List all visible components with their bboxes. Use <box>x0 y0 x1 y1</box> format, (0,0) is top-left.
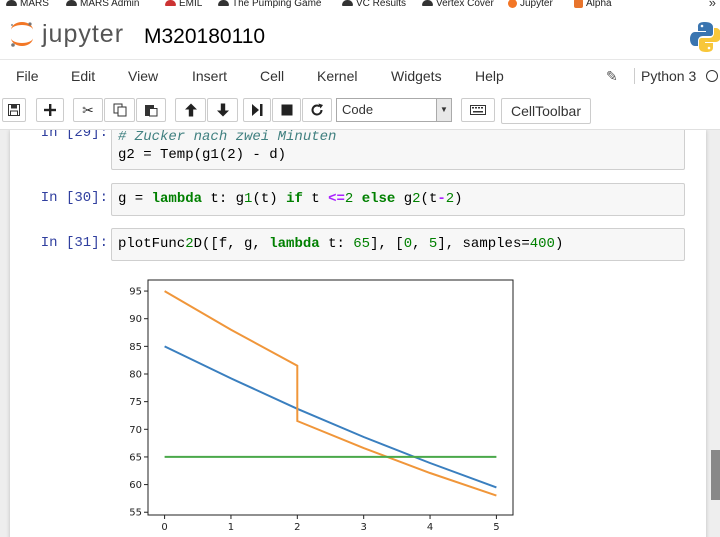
menu-cell[interactable]: Cell <box>260 68 284 84</box>
scrollbar-thumb[interactable] <box>711 450 720 500</box>
arrow-down-icon <box>216 103 229 117</box>
notebook-toolbar: ✂ Code ▼ CellToolbar <box>0 93 720 130</box>
edit-pencil-icon[interactable]: ✎ <box>606 68 618 85</box>
bookmark-mars[interactable]: MARS <box>6 0 49 9</box>
menu-kernel[interactable]: Kernel <box>317 68 357 84</box>
hat-icon <box>342 0 353 7</box>
keyboard-icon <box>470 105 486 115</box>
cell-prompt: In [29]: <box>40 130 108 141</box>
bookmark-jupyter[interactable]: Jupyter <box>508 0 553 9</box>
bookmark-emil[interactable]: EMIL <box>165 0 202 9</box>
bookmarks-bar: MARS MARS Admin EMIL The Pumping Game VC… <box>0 0 720 11</box>
x-tick-label: 1 <box>228 522 234 533</box>
y-tick-label: 95 <box>129 287 142 298</box>
code-line: g2 = Temp(g1(2) - d) <box>118 147 287 163</box>
python-logo-icon <box>690 22 720 52</box>
notebook-area: In [29]: # Zucker nach zwei Minuten g2 =… <box>0 130 720 537</box>
x-tick-label: 5 <box>493 522 499 533</box>
move-down-button[interactable] <box>207 98 238 122</box>
cell-type-select[interactable]: Code ▼ <box>336 98 452 122</box>
more-bookmarks-icon[interactable]: » <box>709 0 716 9</box>
refresh-icon <box>311 103 323 116</box>
menu-bar: File Edit View Insert Cell Kernel Widget… <box>0 59 720 94</box>
move-up-button[interactable] <box>175 98 206 122</box>
x-tick-label: 2 <box>294 522 300 533</box>
output-chart: 0 1 2 3 4 5556065707580859095 <box>129 279 514 533</box>
code-cell-29[interactable]: # Zucker nach zwei Minuten g2 = Temp(g1(… <box>111 130 685 170</box>
hat-icon <box>422 0 433 7</box>
jupyter-icon <box>508 0 517 8</box>
y-tick-label: 55 <box>129 508 142 519</box>
y-tick-label: 80 <box>129 370 142 381</box>
code-comment: # Zucker nach zwei Minuten <box>118 130 337 145</box>
run-button[interactable] <box>243 98 271 122</box>
bookmark-vertex-cover[interactable]: Vertex Cover <box>422 0 494 9</box>
plus-icon <box>44 104 56 116</box>
save-icon <box>8 104 20 116</box>
insert-cell-button[interactable] <box>36 98 64 122</box>
code-line: g = lambda t: g1(t) if t <=2 else g2(t-2… <box>118 191 463 207</box>
bookmark-mars-admin[interactable]: MARS Admin <box>66 0 139 9</box>
menu-widgets[interactable]: Widgets <box>391 68 442 84</box>
paste-icon <box>145 105 158 117</box>
copy-button[interactable] <box>104 98 135 122</box>
x-tick-label: 0 <box>161 522 167 533</box>
code-line: plotFunc2D([f, g, lambda t: 65], [0, 5],… <box>118 236 564 252</box>
stop-icon <box>281 104 292 116</box>
menu-help[interactable]: Help <box>475 68 504 84</box>
step-forward-icon <box>252 104 263 116</box>
menu-view[interactable]: View <box>128 68 158 84</box>
restart-button[interactable] <box>302 98 332 122</box>
kernel-status-icon <box>706 70 718 82</box>
x-tick-label: 3 <box>360 522 366 533</box>
menu-insert[interactable]: Insert <box>192 68 227 84</box>
save-button[interactable] <box>2 98 26 122</box>
celltoolbar-button[interactable]: CellToolbar <box>501 98 591 124</box>
arrow-up-icon <box>184 103 197 117</box>
code-cell-31[interactable]: plotFunc2D([f, g, lambda t: 65], [0, 5],… <box>111 228 685 261</box>
cell-prompt: In [30]: <box>40 190 108 206</box>
hat-icon <box>66 0 77 7</box>
cut-button[interactable]: ✂ <box>73 98 103 122</box>
menu-file[interactable]: File <box>16 68 39 84</box>
y-tick-label: 90 <box>129 314 142 325</box>
notebook-name[interactable]: M320180110 <box>144 25 265 49</box>
menu-edit[interactable]: Edit <box>71 68 95 84</box>
bookmark-alpha[interactable]: Alpha <box>574 0 612 9</box>
kernel-name: Python 3 <box>634 68 696 84</box>
plot-frame <box>147 279 514 516</box>
jupyter-logo-text: jupyter <box>42 20 125 48</box>
x-tick-label: 4 <box>427 522 433 533</box>
y-tick-label: 65 <box>129 452 142 463</box>
chevron-down-icon: ▼ <box>436 99 451 121</box>
paste-button[interactable] <box>136 98 166 122</box>
interrupt-button[interactable] <box>272 98 301 122</box>
notebook-header: jupyter M320180110 <box>0 11 720 59</box>
hat-icon <box>218 0 229 7</box>
bookmark-pumping-game[interactable]: The Pumping Game <box>218 0 322 9</box>
y-tick-label: 85 <box>129 342 142 353</box>
jupyter-logo-icon[interactable] <box>8 20 36 48</box>
cell-prompt: In [31]: <box>40 235 108 251</box>
y-tick-label: 70 <box>129 425 142 436</box>
code-cell-30[interactable]: g = lambda t: g1(t) if t <=2 else g2(t-2… <box>111 183 685 216</box>
command-palette-button[interactable] <box>461 98 495 122</box>
scissors-icon: ✂ <box>82 102 94 118</box>
copy-icon <box>113 103 126 117</box>
bookmark-vc-results[interactable]: VC Results <box>342 0 406 9</box>
gear-icon <box>574 0 583 8</box>
y-tick-label: 75 <box>129 397 142 408</box>
y-tick-label: 60 <box>129 480 142 491</box>
m-icon <box>165 0 176 7</box>
hat-icon <box>6 0 17 7</box>
